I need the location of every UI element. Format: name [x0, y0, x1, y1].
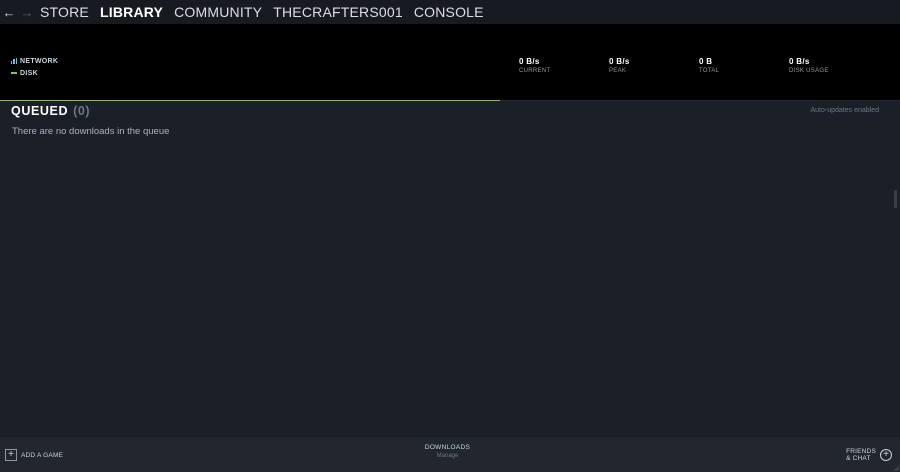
legend-network: NETWORK: [11, 55, 58, 67]
stat-disk-usage-label: DISK USAGE: [789, 68, 829, 74]
queue-header: QUEUED (0): [11, 104, 90, 118]
auto-updates-status: Auto-updates enabled: [810, 107, 880, 114]
stat-current-value: 0 B/s: [519, 57, 540, 66]
add-game-label: ADD A GAME: [21, 451, 64, 459]
stat-peak-value: 0 B/s: [609, 57, 630, 66]
nav-item-profile[interactable]: THECRAFTERS001: [273, 0, 403, 24]
nav-item-library[interactable]: LIBRARY: [100, 0, 163, 24]
legend-disk: DISK: [11, 67, 58, 79]
download-progress-fill: [0, 100, 501, 101]
stat-disk-usage: 0 B/s DISK USAGE: [789, 57, 829, 74]
queue-empty-message: There are no downloads in the queue: [12, 126, 170, 137]
downloads-button[interactable]: DOWNLOADS Manage: [400, 444, 495, 459]
legend-network-label: NETWORK: [20, 57, 59, 65]
downloads-manage-label: Manage: [436, 453, 459, 459]
stat-disk-usage-value: 0 B/s: [789, 57, 810, 66]
queue-count: (0): [73, 104, 91, 118]
top-nav-bar: ← → STORE LIBRARY COMMUNITY THECRAFTERS0…: [0, 0, 900, 24]
arrow-right-icon[interactable]: →: [18, 0, 36, 24]
disk-line-icon: [11, 72, 17, 74]
friends-chat-label: FRIENDS & CHAT: [846, 448, 876, 462]
scrollbar-handle[interactable]: [894, 190, 897, 208]
stat-current-label: CURRENT: [519, 68, 551, 74]
stat-peak-label: PEAK: [609, 68, 627, 74]
stat-total-value: 0 B: [699, 57, 713, 66]
arrow-left-icon[interactable]: ←: [0, 0, 18, 24]
nav-item-store[interactable]: STORE: [40, 0, 89, 24]
plus-icon: +: [5, 449, 17, 461]
graph-legend: NETWORK DISK: [11, 55, 58, 79]
download-graph: NETWORK DISK 0 B/s CURRENT 0 B/s PEAK 0 …: [0, 24, 900, 101]
stat-peak: 0 B/s PEAK: [609, 57, 630, 74]
nav-item-community[interactable]: COMMUNITY: [174, 0, 262, 24]
friends-chat-button[interactable]: FRIENDS & CHAT +: [846, 448, 892, 462]
downloads-label: DOWNLOADS: [424, 444, 471, 451]
stat-total-label: TOTAL: [699, 68, 720, 74]
download-progress-track: [0, 100, 900, 101]
stat-total: 0 B TOTAL: [699, 57, 719, 74]
friends-label-line2: & CHAT: [846, 455, 871, 462]
add-friend-icon: +: [880, 449, 892, 461]
bottom-bar: + ADD A GAME DOWNLOADS Manage FRIENDS & …: [0, 437, 900, 472]
friends-label-line1: FRIENDS: [846, 448, 876, 455]
stat-current: 0 B/s CURRENT: [519, 57, 550, 74]
resize-grip-icon[interactable]: [893, 465, 899, 471]
network-bars-icon: [11, 58, 17, 64]
nav-menu: STORE LIBRARY COMMUNITY THECRAFTERS001 C…: [40, 0, 495, 24]
add-game-button[interactable]: + ADD A GAME: [5, 449, 63, 461]
queue-title: QUEUED: [11, 104, 69, 118]
legend-disk-label: DISK: [20, 69, 38, 77]
nav-item-console[interactable]: CONSOLE: [414, 0, 484, 24]
